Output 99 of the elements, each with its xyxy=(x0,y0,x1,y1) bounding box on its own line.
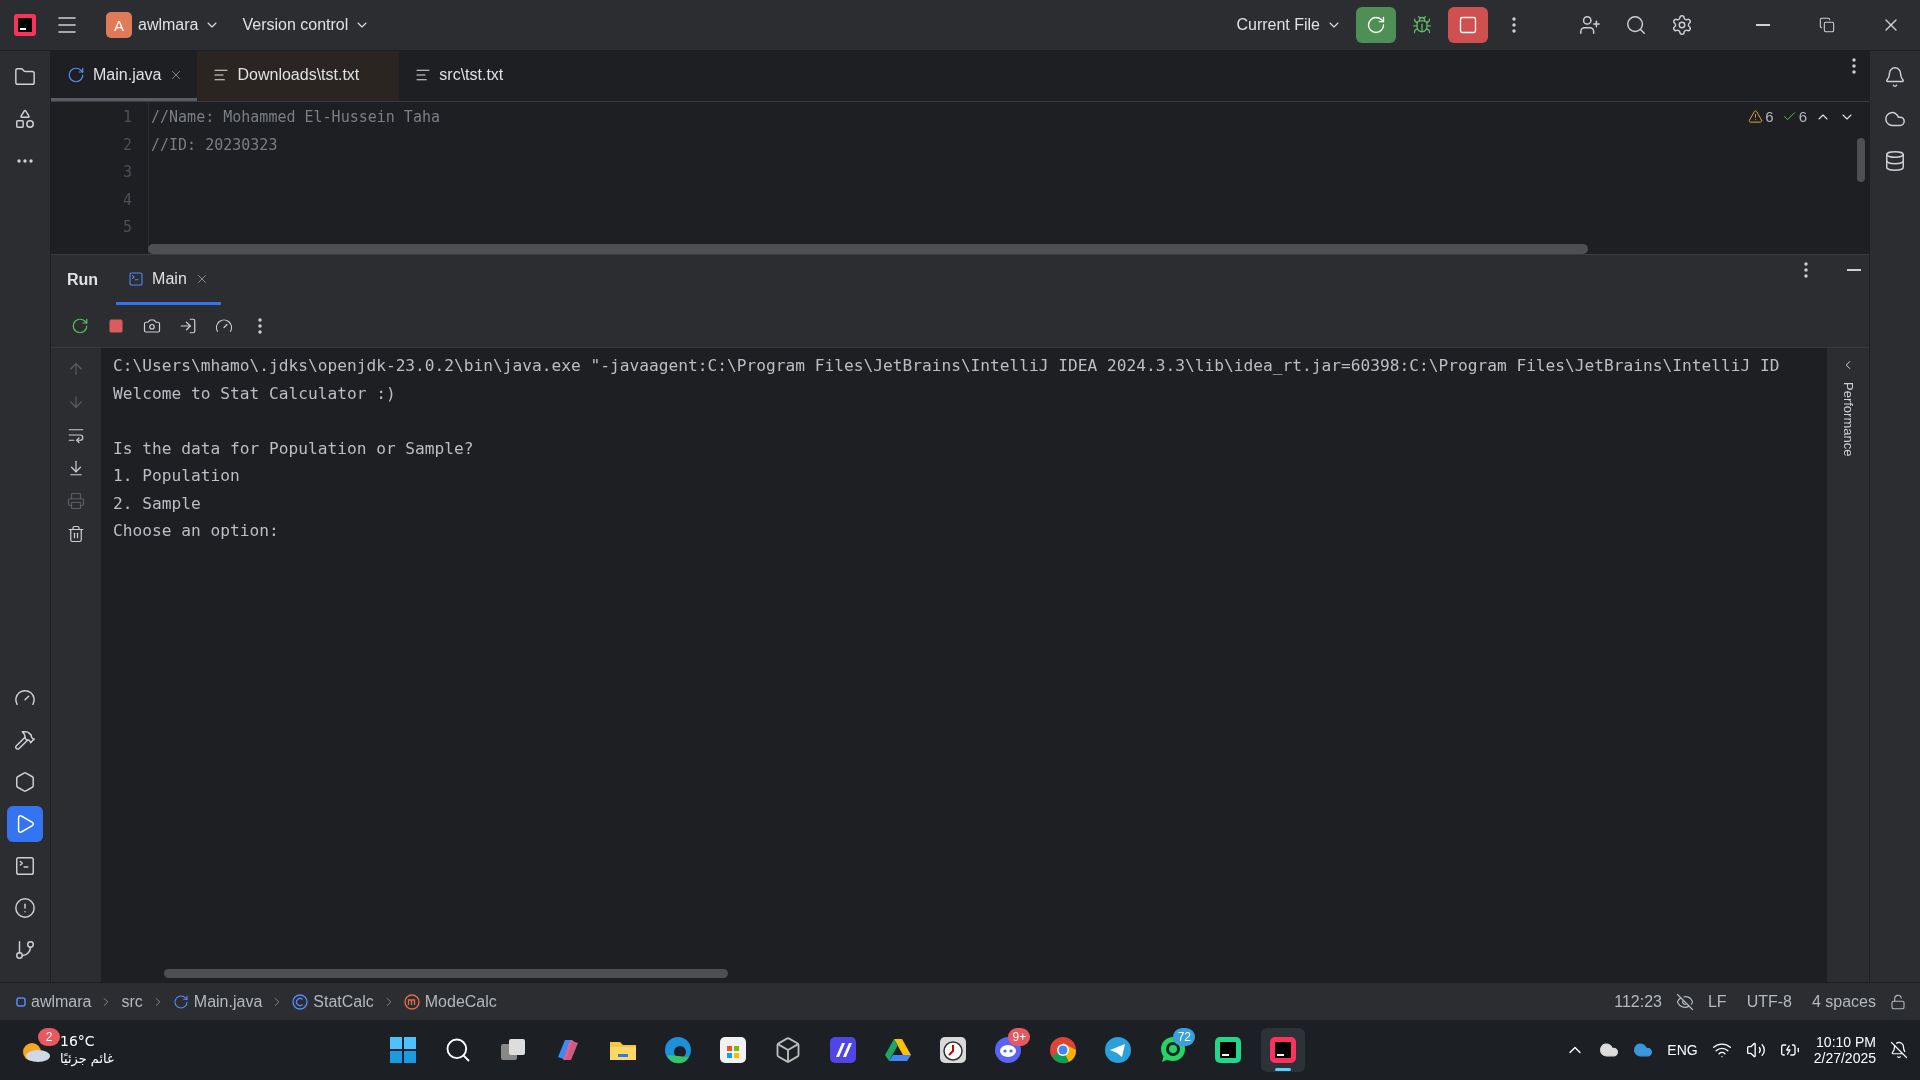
console-line: 1. Population xyxy=(113,466,240,487)
more-icon xyxy=(258,318,262,334)
code-comment: //Name: Mohammed El-Hussein Taha xyxy=(151,108,440,128)
settings-icon xyxy=(1671,14,1693,36)
bug-icon xyxy=(1412,15,1432,35)
run-configuration-dropdown[interactable]: Current File xyxy=(1228,10,1350,40)
eye-off-icon xyxy=(1675,992,1694,1011)
check-count[interactable]: 6 xyxy=(1781,108,1807,125)
chrome-icon xyxy=(1048,1035,1079,1065)
code-comment: //ID: 20230323 xyxy=(151,135,278,156)
stop-button[interactable] xyxy=(1448,7,1488,43)
clion-icon xyxy=(1213,1035,1244,1065)
clock-time[interactable]: 10:10 PM xyxy=(1816,1034,1876,1050)
editor-tab[interactable]: Downloads\tst.txt xyxy=(197,51,400,101)
breadcrumb[interactable]: Main.java xyxy=(172,992,263,1011)
more-icon xyxy=(1804,262,1808,278)
warning-icon xyxy=(1748,109,1764,124)
performance-label[interactable]: Performance xyxy=(1840,382,1856,457)
weather-badge: 2 xyxy=(38,1028,60,1046)
camera-icon xyxy=(143,317,161,335)
intellij-logo-icon xyxy=(14,14,36,36)
printer-icon xyxy=(67,492,85,510)
method-icon xyxy=(403,993,420,1010)
warning-count[interactable]: 6 xyxy=(1748,108,1774,125)
minimize-icon xyxy=(1847,269,1861,271)
taskbar-app[interactable] xyxy=(1261,1028,1306,1072)
stop-icon xyxy=(108,318,124,334)
clock-icon xyxy=(938,1035,969,1065)
volume-icon xyxy=(1745,1040,1766,1060)
scrollbar-thumb[interactable] xyxy=(164,969,728,978)
indent-setting[interactable]: 4 spaces xyxy=(1805,992,1882,1011)
breadcrumb[interactable]: ModeCalc xyxy=(403,992,497,1011)
edge-icon xyxy=(663,1035,694,1065)
file-encoding[interactable]: UTF-8 xyxy=(1740,992,1798,1011)
line-separator[interactable]: LF xyxy=(1701,992,1733,1011)
cloud-icon xyxy=(1599,1040,1620,1060)
java-file-icon xyxy=(172,993,189,1010)
terminal-icon xyxy=(14,855,36,877)
rerun-icon xyxy=(1366,15,1386,35)
scroll-end-icon xyxy=(67,459,85,477)
editor-tab[interactable]: src\tst.txt xyxy=(399,51,544,101)
console-line: 2. Sample xyxy=(113,493,201,515)
minimize-icon xyxy=(1756,24,1770,26)
more-icon xyxy=(1512,17,1516,33)
more-icon xyxy=(17,159,33,163)
arrow-down-icon xyxy=(67,393,85,411)
restore-icon xyxy=(1819,17,1835,33)
notification-badge: 9+ xyxy=(1008,1028,1031,1046)
breadcrumb[interactable]: awlmara xyxy=(16,992,92,1011)
bell-icon xyxy=(1884,66,1906,88)
rerun-icon xyxy=(71,317,89,335)
editor-app-icon xyxy=(828,1035,859,1065)
stop-icon xyxy=(1458,15,1478,35)
trash-icon xyxy=(67,525,85,543)
intellij-icon xyxy=(1268,1035,1299,1065)
caret-position[interactable]: 112:23 xyxy=(1608,992,1668,1011)
version-control-dropdown[interactable]: Version control xyxy=(234,10,379,40)
temperature: 16°C xyxy=(60,1032,96,1051)
breadcrumb[interactable]: src xyxy=(121,992,143,1011)
java-file-icon xyxy=(67,65,85,84)
tool-window-button[interactable] xyxy=(7,806,43,842)
windows-start-icon xyxy=(388,1035,419,1065)
console-icon xyxy=(128,270,145,287)
module-icon xyxy=(16,996,26,1007)
hammer-icon xyxy=(14,729,36,751)
search-icon xyxy=(1625,14,1647,36)
class-icon xyxy=(292,993,309,1010)
gauge-icon xyxy=(215,317,233,335)
wrap-icon xyxy=(67,426,85,444)
clock-date[interactable]: 2/27/2025 xyxy=(1813,1050,1876,1066)
console-line: Choose an option: xyxy=(113,521,279,542)
user-plus-icon xyxy=(1579,14,1601,36)
breadcrumb[interactable]: StatCalc xyxy=(292,992,374,1011)
store-icon xyxy=(718,1035,749,1065)
notification-badge: 72 xyxy=(1173,1028,1196,1046)
telegram-icon xyxy=(1103,1035,1134,1065)
input-language[interactable]: ENG xyxy=(1667,1042,1698,1058)
database-icon xyxy=(1884,150,1906,172)
more-icon xyxy=(1852,58,1856,74)
exit-icon xyxy=(179,317,197,335)
rerun-button[interactable] xyxy=(1356,7,1396,43)
project-dropdown[interactable]: A awlmara xyxy=(98,6,229,44)
scrollbar-thumb[interactable] xyxy=(1857,138,1865,182)
console-line: Is the data for Population or Sample? xyxy=(113,438,474,460)
scrollbar-thumb[interactable] xyxy=(148,244,1588,254)
folder-icon xyxy=(14,66,36,88)
problems-icon xyxy=(14,897,36,919)
taskbar-app[interactable]: 9+ xyxy=(986,1028,1031,1072)
notification-bell-icon xyxy=(1890,1041,1908,1059)
project-initial: A xyxy=(106,12,132,38)
git-branch-icon xyxy=(14,939,36,961)
console-line: C:\Users\mhamo\.jdks\openjdk-23.0.2\bin\java.exe "-javaagent:C:\Program Files\JetBrains\IntelliJ IDEA 2024.3.3\lib\idea_rt.jar=60398:C:\Program Files\JetBrains\IntelliJ ID xyxy=(113,356,1780,377)
unlock-icon xyxy=(1890,993,1906,1010)
structure-icon xyxy=(14,108,36,130)
console-line: Welcome to Stat Calculator :) xyxy=(113,383,396,405)
services-icon xyxy=(14,771,36,793)
weather-condition: غائم جزئيًا xyxy=(60,1050,114,1068)
onedrive-icon xyxy=(1633,1040,1654,1060)
run-panel-title: Run xyxy=(67,270,99,290)
